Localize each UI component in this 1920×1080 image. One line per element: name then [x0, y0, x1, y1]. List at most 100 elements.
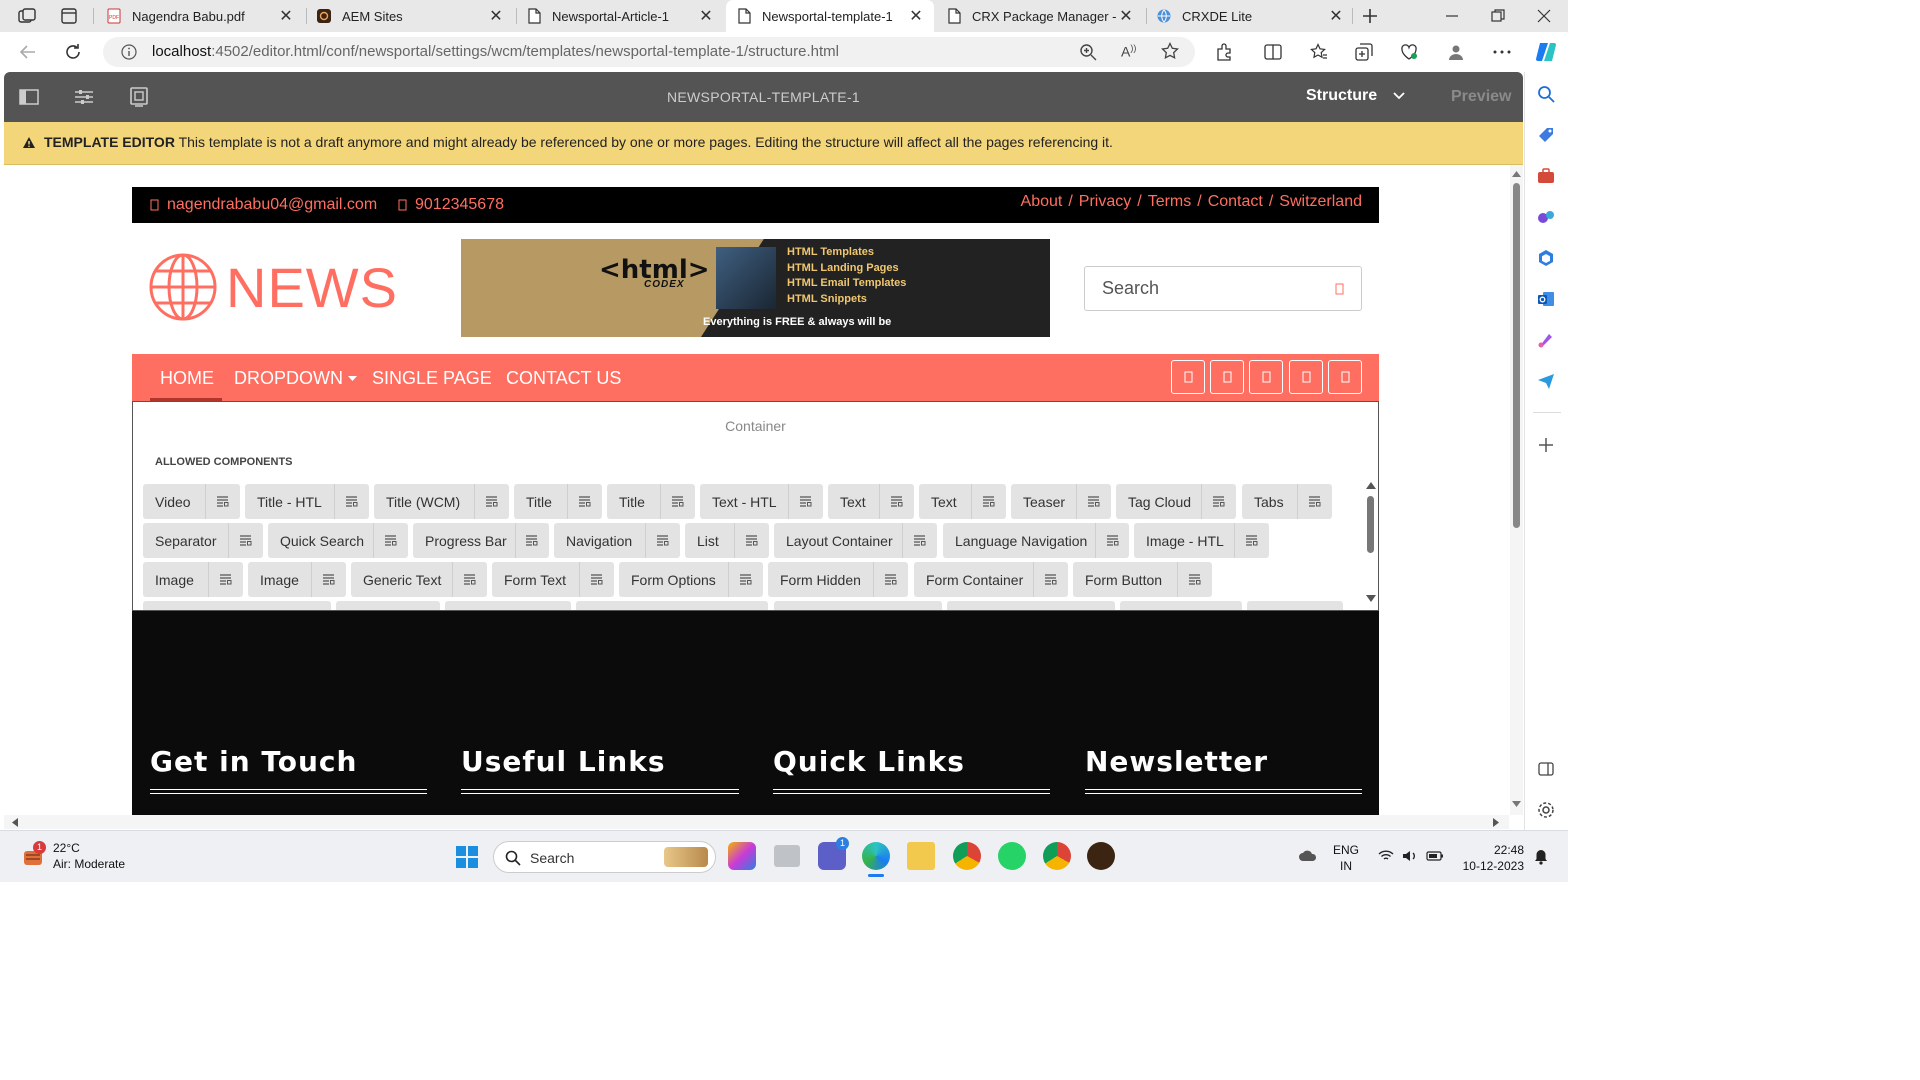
component-chip[interactable]: Title: [607, 484, 695, 519]
close-tab-icon[interactable]: ✕: [1118, 6, 1134, 26]
component-chip-partial[interactable]: [947, 601, 1115, 610]
component-chip[interactable]: Image: [248, 562, 346, 597]
component-list-icon[interactable]: [1096, 535, 1129, 546]
scroll-up-icon[interactable]: [1366, 482, 1376, 489]
component-list-icon[interactable]: [972, 496, 1006, 507]
back-icon[interactable]: [19, 43, 37, 61]
clock[interactable]: 22:48 10-12-2023: [1456, 842, 1524, 874]
tab-nagendra-babu-pdf[interactable]: PDF Nagendra Babu.pdf ✕: [96, 0, 304, 32]
tab-crxde-lite[interactable]: CRXDE Lite ✕: [1146, 0, 1354, 32]
component-list-icon[interactable]: [453, 574, 487, 585]
edge-browser-icon[interactable]: [862, 842, 890, 870]
component-list-icon[interactable]: [312, 574, 346, 585]
tab-actions-icon[interactable]: [61, 8, 77, 24]
extensions-icon[interactable]: [1215, 43, 1233, 61]
component-chip[interactable]: Image: [143, 562, 243, 597]
component-list-icon[interactable]: [516, 535, 549, 546]
components-scrollbar[interactable]: [1365, 480, 1377, 606]
component-list-icon[interactable]: [735, 535, 769, 546]
shopping-tag-icon[interactable]: [1537, 126, 1555, 144]
scroll-thumb[interactable]: [1367, 496, 1374, 553]
scroll-down-icon[interactable]: [1512, 801, 1521, 807]
component-chip-partial[interactable]: [445, 601, 571, 610]
component-list-icon[interactable]: [374, 535, 408, 546]
component-list-icon[interactable]: [206, 496, 240, 507]
component-list-icon[interactable]: [1298, 496, 1332, 507]
url-field[interactable]: localhost:4502/editor.html/conf/newsport…: [103, 37, 1195, 67]
teams-icon[interactable]: 1: [818, 837, 849, 870]
onedrive-cloud-icon[interactable]: [1298, 850, 1318, 862]
component-chip[interactable]: Tabs: [1242, 484, 1332, 519]
site-logo[interactable]: NEWS: [148, 252, 398, 322]
tab-newsportal-article-1[interactable]: Newsportal-Article-1 ✕: [516, 0, 724, 32]
search-icon[interactable]: [1335, 283, 1344, 295]
component-chip[interactable]: Text: [828, 484, 914, 519]
weather-widget[interactable]: 1 22°C Air: Moderate: [20, 838, 125, 874]
component-chip[interactable]: Tag Cloud: [1116, 484, 1236, 519]
battery-icon[interactable]: [1426, 851, 1444, 861]
favorites-icon[interactable]: [1310, 43, 1328, 61]
component-chip[interactable]: Form Container: [914, 562, 1068, 597]
new-tab-icon[interactable]: [1361, 7, 1379, 25]
close-window-icon[interactable]: [1536, 8, 1552, 24]
nav-contact-us[interactable]: CONTACT US: [506, 368, 621, 389]
scroll-down-icon[interactable]: [1366, 595, 1376, 602]
social-button-4[interactable]: [1289, 360, 1323, 394]
split-screen-icon[interactable]: [1264, 43, 1282, 61]
notification-bell-icon[interactable]: [1534, 849, 1548, 865]
scroll-right-icon[interactable]: [1493, 818, 1499, 827]
close-tab-icon[interactable]: ✕: [908, 6, 924, 26]
tools-briefcase-icon[interactable]: [1537, 167, 1555, 185]
close-tab-icon[interactable]: ✕: [1328, 6, 1344, 26]
info-icon[interactable]: [121, 44, 137, 60]
games-icon[interactable]: [1537, 208, 1555, 226]
social-button-5[interactable]: [1328, 360, 1362, 394]
component-list-icon[interactable]: [335, 496, 369, 507]
component-chip[interactable]: Text - HTL: [700, 484, 823, 519]
component-chip[interactable]: Text: [919, 484, 1006, 519]
component-chip[interactable]: Form Options: [619, 562, 763, 597]
canvas-scrollbar[interactable]: [1510, 165, 1523, 815]
workspaces-icon[interactable]: [18, 8, 36, 24]
copilot-taskbar-icon[interactable]: [728, 842, 756, 870]
component-list-icon[interactable]: [874, 574, 908, 585]
component-list-icon[interactable]: [661, 496, 695, 507]
chrome-profile-icon[interactable]: [1043, 842, 1071, 870]
scroll-thumb[interactable]: [1513, 183, 1520, 528]
taskbar-search-box[interactable]: Search: [493, 841, 716, 873]
read-aloud-icon[interactable]: A)): [1121, 43, 1136, 60]
more-options-icon[interactable]: [1493, 50, 1511, 54]
component-chip[interactable]: Quick Search: [268, 523, 408, 558]
component-list-icon[interactable]: [1178, 574, 1212, 585]
top-link-about[interactable]: About: [1021, 193, 1063, 210]
component-list-icon[interactable]: [880, 496, 914, 507]
component-list-icon[interactable]: [568, 496, 602, 507]
component-chip[interactable]: Form Hidden: [768, 562, 908, 597]
social-button-1[interactable]: [1171, 360, 1205, 394]
component-chip[interactable]: Progress Bar: [413, 523, 549, 558]
component-list-icon[interactable]: [209, 574, 243, 585]
component-list-icon[interactable]: [1235, 535, 1269, 546]
tab-aem-sites[interactable]: AEM Sites ✕: [306, 0, 514, 32]
component-chip[interactable]: Teaser: [1011, 484, 1111, 519]
top-link-privacy[interactable]: Privacy: [1079, 193, 1131, 210]
close-tab-icon[interactable]: ✕: [488, 6, 504, 26]
component-chip[interactable]: Language Navigation: [943, 523, 1129, 558]
component-list-icon[interactable]: [729, 574, 763, 585]
component-list-icon[interactable]: [580, 574, 614, 585]
mode-selector[interactable]: Structure: [1306, 87, 1405, 105]
task-view-icon[interactable]: [774, 845, 800, 867]
wifi-icon[interactable]: [1378, 850, 1394, 862]
zoom-icon[interactable]: [1079, 43, 1097, 61]
component-chip-partial[interactable]: [576, 601, 768, 610]
outlook-icon[interactable]: [1537, 290, 1555, 308]
favorite-star-icon[interactable]: [1161, 42, 1179, 60]
send-icon[interactable]: [1537, 372, 1555, 390]
component-chip[interactable]: Image - HTL: [1134, 523, 1269, 558]
component-chip[interactable]: Form Button: [1073, 562, 1212, 597]
component-chip-partial[interactable]: [143, 601, 331, 610]
component-chip[interactable]: Video: [143, 484, 240, 519]
component-chip[interactable]: Title - HTL: [245, 484, 369, 519]
component-chip[interactable]: List: [685, 523, 769, 558]
component-list-icon[interactable]: [229, 535, 263, 546]
